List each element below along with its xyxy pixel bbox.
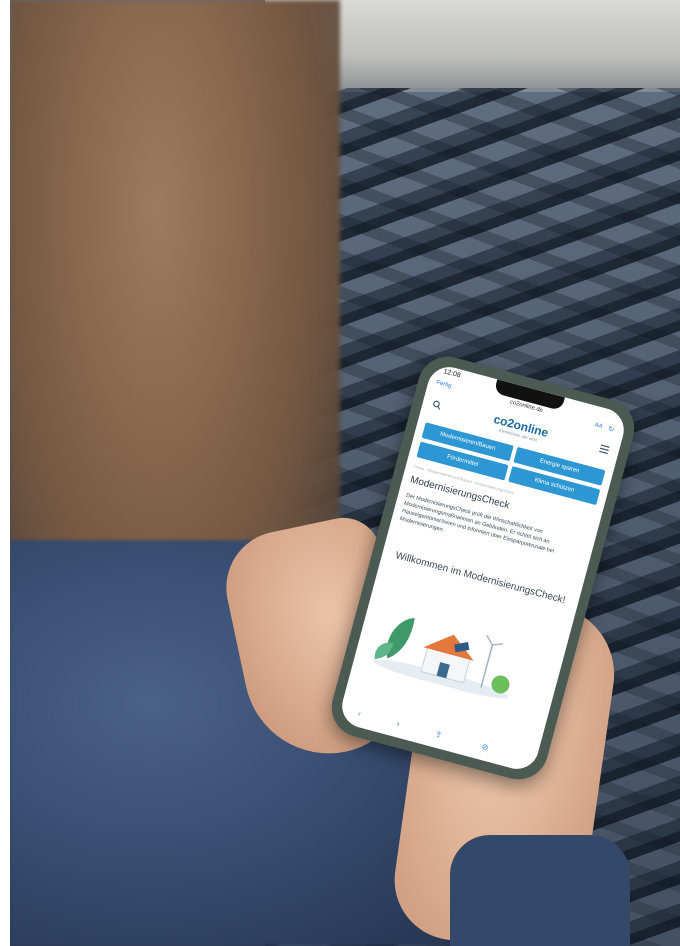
text-size-button[interactable]: AA: [594, 422, 603, 430]
illustration-turbine-blades: [486, 634, 504, 655]
forward-arrow-icon[interactable]: ›: [396, 719, 401, 728]
house-illustration: [373, 618, 510, 699]
photo-background: 12:08 Fertig co2online.de AA ↻ co2online…: [10, 0, 680, 946]
status-time: 12:08: [442, 368, 462, 380]
right-sleeve: [450, 835, 630, 946]
illustration-leaf-large: [386, 618, 415, 659]
compass-icon[interactable]: ⊘: [481, 742, 490, 752]
back-arrow-icon[interactable]: ‹: [357, 709, 362, 718]
share-icon[interactable]: ⇪: [434, 729, 443, 739]
